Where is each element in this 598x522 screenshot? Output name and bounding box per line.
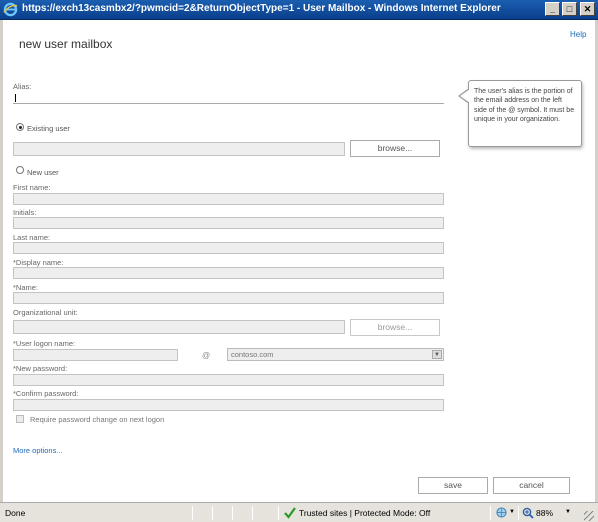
more-options-link[interactable]: More options... bbox=[13, 446, 63, 455]
logon-name-label: *User logon name: bbox=[13, 339, 76, 348]
logon-name-input[interactable] bbox=[13, 349, 178, 361]
existing-user-browse-button[interactable]: browse... bbox=[350, 140, 440, 157]
existing-user-label: Existing user bbox=[27, 124, 70, 133]
display-name-input[interactable] bbox=[13, 267, 444, 279]
status-text: Done bbox=[5, 508, 26, 518]
name-input[interactable] bbox=[13, 292, 444, 304]
existing-user-field[interactable] bbox=[13, 142, 345, 156]
window-title: https://exch13casmbx2/?pwmcid=2&ReturnOb… bbox=[22, 3, 501, 14]
ie-logo-icon bbox=[3, 2, 18, 17]
maximize-button[interactable]: □ bbox=[562, 2, 577, 16]
save-button[interactable]: save bbox=[418, 477, 488, 494]
zoom-icon[interactable] bbox=[522, 507, 534, 519]
check-icon bbox=[284, 507, 296, 519]
globe-icon[interactable] bbox=[496, 507, 507, 518]
ou-field[interactable] bbox=[13, 320, 345, 334]
status-separator bbox=[252, 506, 253, 520]
at-sign: @ bbox=[202, 351, 211, 360]
cancel-button[interactable]: cancel bbox=[493, 477, 570, 494]
first-name-input[interactable] bbox=[13, 193, 444, 205]
confirm-password-input[interactable] bbox=[13, 399, 444, 411]
minimize-button[interactable]: _ bbox=[545, 2, 560, 16]
require-change-checkbox[interactable] bbox=[16, 415, 24, 423]
new-user-label: New user bbox=[27, 168, 59, 177]
status-separator bbox=[192, 506, 193, 520]
initials-label: Initials: bbox=[13, 208, 37, 217]
last-name-input[interactable] bbox=[13, 242, 444, 254]
name-label: *Name: bbox=[13, 283, 39, 292]
initials-input[interactable] bbox=[13, 217, 444, 229]
status-separator bbox=[212, 506, 213, 520]
alias-input[interactable] bbox=[13, 92, 444, 104]
window-frame-left bbox=[0, 20, 3, 502]
new-password-label: *New password: bbox=[13, 364, 68, 373]
status-bar: Done Trusted sites | Protected Mode: Off… bbox=[0, 502, 598, 522]
domain-value: contoso.com bbox=[231, 350, 274, 359]
window-titlebar[interactable]: https://exch13casmbx2/?pwmcid=2&ReturnOb… bbox=[0, 0, 598, 20]
page-title: new user mailbox bbox=[19, 37, 113, 51]
existing-user-radio[interactable] bbox=[16, 123, 24, 131]
domain-select[interactable]: contoso.com ▼ bbox=[227, 348, 444, 361]
zoom-level[interactable]: 88% bbox=[536, 508, 553, 518]
ou-label: Organizational unit: bbox=[13, 308, 78, 317]
chevron-down-icon[interactable]: ▼ bbox=[565, 509, 571, 515]
ou-browse-button[interactable]: browse... bbox=[350, 319, 440, 336]
confirm-password-label: *Confirm password: bbox=[13, 389, 79, 398]
help-link[interactable]: Help bbox=[570, 30, 586, 39]
tooltip-arrow-inner bbox=[460, 89, 470, 103]
resize-grip[interactable] bbox=[584, 511, 594, 521]
security-zone[interactable]: Trusted sites | Protected Mode: Off bbox=[299, 508, 430, 518]
text-caret bbox=[15, 94, 16, 102]
status-separator bbox=[518, 506, 519, 520]
new-password-input[interactable] bbox=[13, 374, 444, 386]
status-separator bbox=[232, 506, 233, 520]
status-separator bbox=[278, 506, 279, 520]
chevron-down-icon[interactable]: ▼ bbox=[509, 509, 515, 515]
alias-label: Alias: bbox=[13, 82, 32, 91]
display-name-label: *Display name: bbox=[13, 258, 64, 267]
status-separator bbox=[490, 506, 491, 520]
alias-tooltip: The user's alias is the portion of the e… bbox=[468, 80, 582, 147]
close-button[interactable]: ✕ bbox=[580, 2, 595, 16]
first-name-label: First name: bbox=[13, 183, 51, 192]
last-name-label: Last name: bbox=[13, 233, 51, 242]
new-user-radio[interactable] bbox=[16, 166, 24, 174]
require-change-label: Require password change on next logon bbox=[30, 415, 165, 424]
dropdown-arrow-icon[interactable]: ▼ bbox=[432, 350, 442, 359]
